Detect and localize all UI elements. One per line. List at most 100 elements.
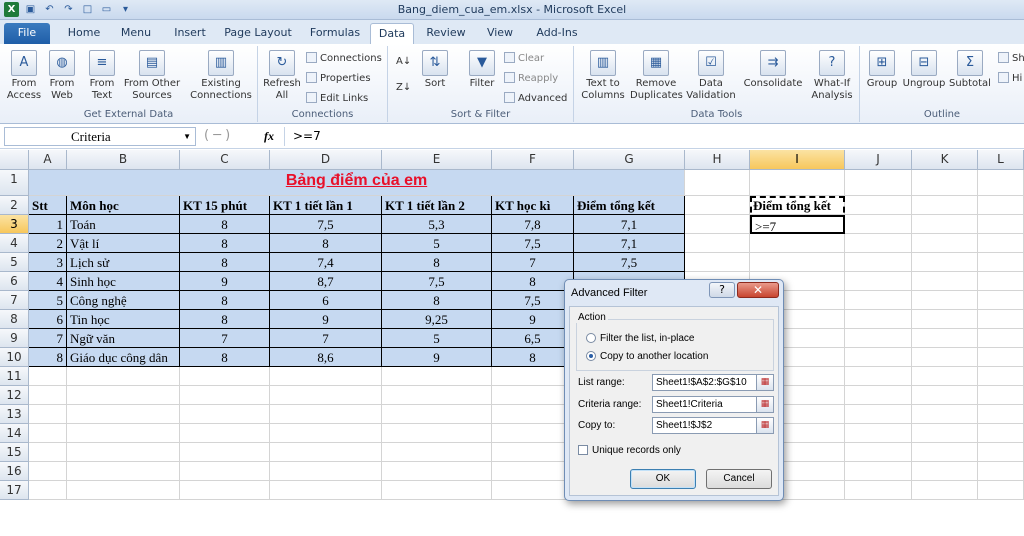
sort-button[interactable]: ⇅ Sort	[420, 50, 450, 90]
cell[interactable]	[978, 234, 1024, 253]
cell[interactable]	[29, 405, 67, 424]
table-cell[interactable]: 8	[382, 291, 492, 310]
copy-to-location-radio[interactable]: Copy to another location	[586, 351, 708, 362]
table-cell[interactable]: 7,1	[574, 234, 685, 253]
row-header[interactable]: 9	[0, 329, 29, 348]
column-header[interactable]: E	[382, 150, 492, 170]
cell[interactable]	[67, 367, 180, 386]
cell[interactable]	[180, 443, 270, 462]
cell[interactable]	[912, 196, 978, 215]
cell[interactable]	[912, 291, 978, 310]
table-cell[interactable]: 7	[270, 329, 382, 348]
table-header-cell[interactable]: KT 1 tiết lần 2	[382, 196, 492, 215]
unique-records-checkbox[interactable]: Unique records only	[578, 445, 681, 456]
cell[interactable]	[912, 462, 978, 481]
cell[interactable]	[270, 424, 382, 443]
cell[interactable]	[382, 367, 492, 386]
cell[interactable]	[180, 462, 270, 481]
range-picker-icon[interactable]: ▦	[756, 417, 774, 434]
table-cell[interactable]: 8	[180, 310, 270, 329]
table-cell[interactable]: 8	[180, 215, 270, 234]
cell[interactable]	[685, 196, 750, 215]
tab-file[interactable]: File	[4, 23, 50, 44]
sheet-title[interactable]: Bảng điểm của em	[29, 170, 685, 196]
row-header[interactable]: 1	[0, 170, 29, 196]
subtotal-button[interactable]: Σ Subtotal	[948, 50, 992, 90]
table-cell[interactable]: 7,1	[574, 215, 685, 234]
advanced-filter-button[interactable]: Advanced	[504, 92, 567, 104]
cell[interactable]	[67, 443, 180, 462]
help-button[interactable]: ?	[709, 282, 735, 298]
ok-button[interactable]: OK	[630, 469, 696, 489]
cell[interactable]	[978, 481, 1024, 500]
cell[interactable]	[382, 443, 492, 462]
cell[interactable]	[685, 253, 750, 272]
table-cell[interactable]: 8	[180, 253, 270, 272]
properties-button[interactable]: Properties	[306, 72, 371, 84]
cell[interactable]	[978, 329, 1024, 348]
table-header-cell[interactable]: Stt	[29, 196, 67, 215]
table-cell[interactable]: 7,5	[492, 291, 574, 310]
cell[interactable]	[845, 424, 912, 443]
cell[interactable]	[978, 367, 1024, 386]
cell[interactable]	[978, 196, 1024, 215]
table-header-cell[interactable]: Điểm tổng kết	[574, 196, 685, 215]
tab-view[interactable]: View	[478, 23, 522, 44]
cell[interactable]	[845, 386, 912, 405]
cell[interactable]	[382, 424, 492, 443]
table-cell[interactable]: Công nghệ	[67, 291, 180, 310]
column-header[interactable]: D	[270, 150, 382, 170]
refresh-all-button[interactable]: ↻ Refresh All	[262, 50, 302, 102]
connections-button[interactable]: Connections	[306, 52, 382, 64]
cell[interactable]	[845, 291, 912, 310]
table-cell[interactable]: 8	[180, 234, 270, 253]
row-header[interactable]: 13	[0, 405, 29, 424]
table-cell[interactable]: Vật lí	[67, 234, 180, 253]
table-cell[interactable]: 9	[180, 272, 270, 291]
table-cell[interactable]: 1	[29, 215, 67, 234]
tab-insert[interactable]: Insert	[166, 23, 214, 44]
cell[interactable]	[180, 386, 270, 405]
cell[interactable]	[845, 329, 912, 348]
table-cell[interactable]: Tin học	[67, 310, 180, 329]
cell[interactable]	[685, 170, 750, 196]
tab-review[interactable]: Review	[420, 23, 472, 44]
table-cell[interactable]: Sinh học	[67, 272, 180, 291]
cell[interactable]	[270, 481, 382, 500]
cell[interactable]	[750, 253, 845, 272]
table-cell[interactable]: Toán	[67, 215, 180, 234]
from-web-button[interactable]: ◍ From Web	[44, 50, 80, 102]
cell[interactable]	[978, 462, 1024, 481]
table-cell[interactable]: 8	[492, 348, 574, 367]
cell[interactable]	[912, 170, 978, 196]
cell[interactable]	[912, 367, 978, 386]
table-cell[interactable]: 7,5	[492, 234, 574, 253]
table-cell[interactable]: Giáo dục công dân	[67, 348, 180, 367]
column-header[interactable]: F	[492, 150, 574, 170]
range-picker-icon[interactable]: ▦	[756, 374, 774, 391]
cell[interactable]	[912, 253, 978, 272]
from-access-button[interactable]: A From Access	[6, 50, 42, 102]
cell[interactable]	[845, 462, 912, 481]
filter-in-place-radio[interactable]: Filter the list, in-place	[586, 333, 694, 344]
column-header[interactable]: K	[912, 150, 978, 170]
row-header[interactable]: 2	[0, 196, 29, 215]
filter-button[interactable]: ▼ Filter	[466, 50, 498, 90]
table-cell[interactable]: 7	[492, 253, 574, 272]
table-cell[interactable]: 8,6	[270, 348, 382, 367]
cell[interactable]	[492, 462, 574, 481]
cell[interactable]	[978, 424, 1024, 443]
cell[interactable]	[845, 272, 912, 291]
table-cell[interactable]: 4	[29, 272, 67, 291]
what-if-analysis-button[interactable]: ? What-If Analysis	[808, 50, 856, 102]
table-cell[interactable]: 8	[492, 272, 574, 291]
cell[interactable]	[912, 215, 978, 234]
cell[interactable]	[845, 234, 912, 253]
cell[interactable]	[912, 329, 978, 348]
copy-to-input[interactable]: Sheet1!$J$2	[652, 417, 760, 434]
cell[interactable]	[978, 386, 1024, 405]
group-button[interactable]: ⊞ Group	[862, 50, 902, 90]
column-header[interactable]: I	[750, 150, 845, 170]
cell[interactable]	[845, 367, 912, 386]
table-cell[interactable]: 8	[29, 348, 67, 367]
